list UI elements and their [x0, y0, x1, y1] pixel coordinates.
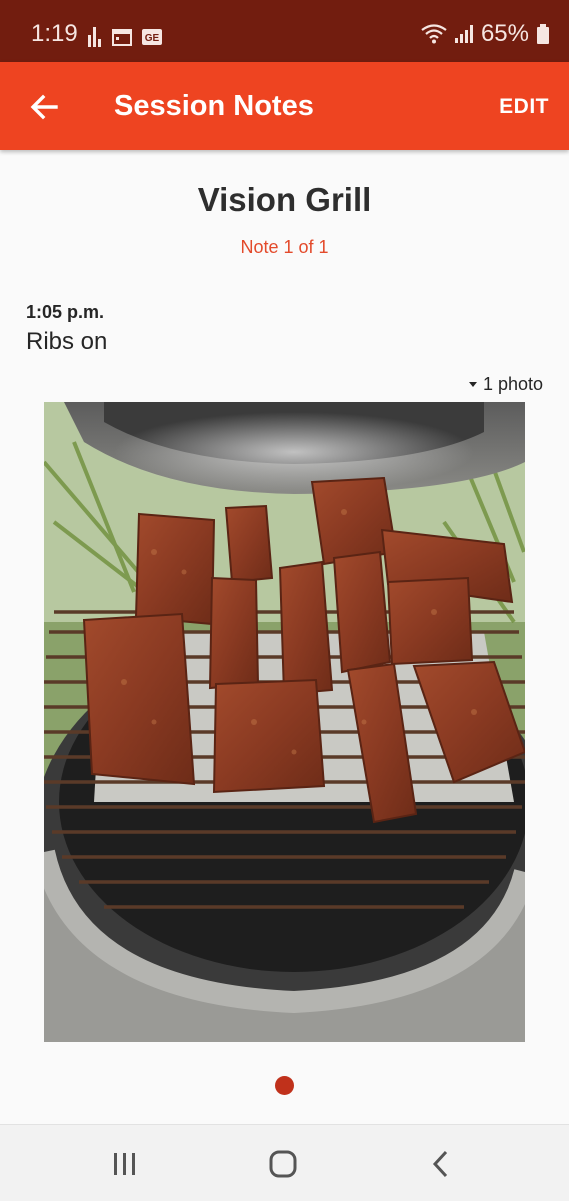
navigation-bar [0, 1124, 569, 1201]
note-photo[interactable] [44, 402, 525, 1042]
signal-icon [454, 25, 473, 43]
wifi-icon [421, 24, 447, 44]
note-time: 1:05 p.m. [26, 302, 105, 322]
edit-button[interactable]: EDIT [499, 95, 549, 119]
caret-down-icon [468, 382, 477, 387]
ribs-grill-photo [44, 402, 525, 1042]
system-back-button[interactable] [422, 1147, 462, 1181]
photo-toggle[interactable]: 1 photo [468, 374, 543, 395]
status-right: 65% [421, 21, 549, 47]
status-time: 1:19 [31, 20, 78, 47]
page-indicator-dot[interactable] [275, 1076, 294, 1095]
photo-count: 1 photo [482, 374, 543, 394]
svg-text:GE: GE [145, 33, 160, 44]
calendar-icon [112, 29, 132, 46]
app-bar-title: Session Notes [114, 90, 314, 122]
note-text: Ribs on [26, 328, 108, 355]
note-counter: Note 1 of 1 [240, 237, 329, 257]
ge-icon: GE [142, 29, 162, 45]
battery-percentage: 65% [480, 20, 529, 47]
app-bar: Session Notes EDIT [0, 62, 569, 150]
status-bar: 1:19 GE 65% [0, 0, 569, 62]
back-button[interactable] [28, 90, 62, 124]
bar-chart-icon [88, 27, 101, 47]
home-icon [269, 1150, 297, 1178]
status-left-icons: GE [88, 26, 162, 48]
recent-apps-button[interactable] [104, 1147, 144, 1181]
home-button[interactable] [263, 1147, 303, 1181]
back-icon [432, 1150, 448, 1178]
arrow-back-icon [30, 94, 58, 120]
battery-icon [537, 24, 549, 44]
session-title: Vision Grill [197, 181, 372, 218]
recent-apps-icon [114, 1153, 135, 1175]
